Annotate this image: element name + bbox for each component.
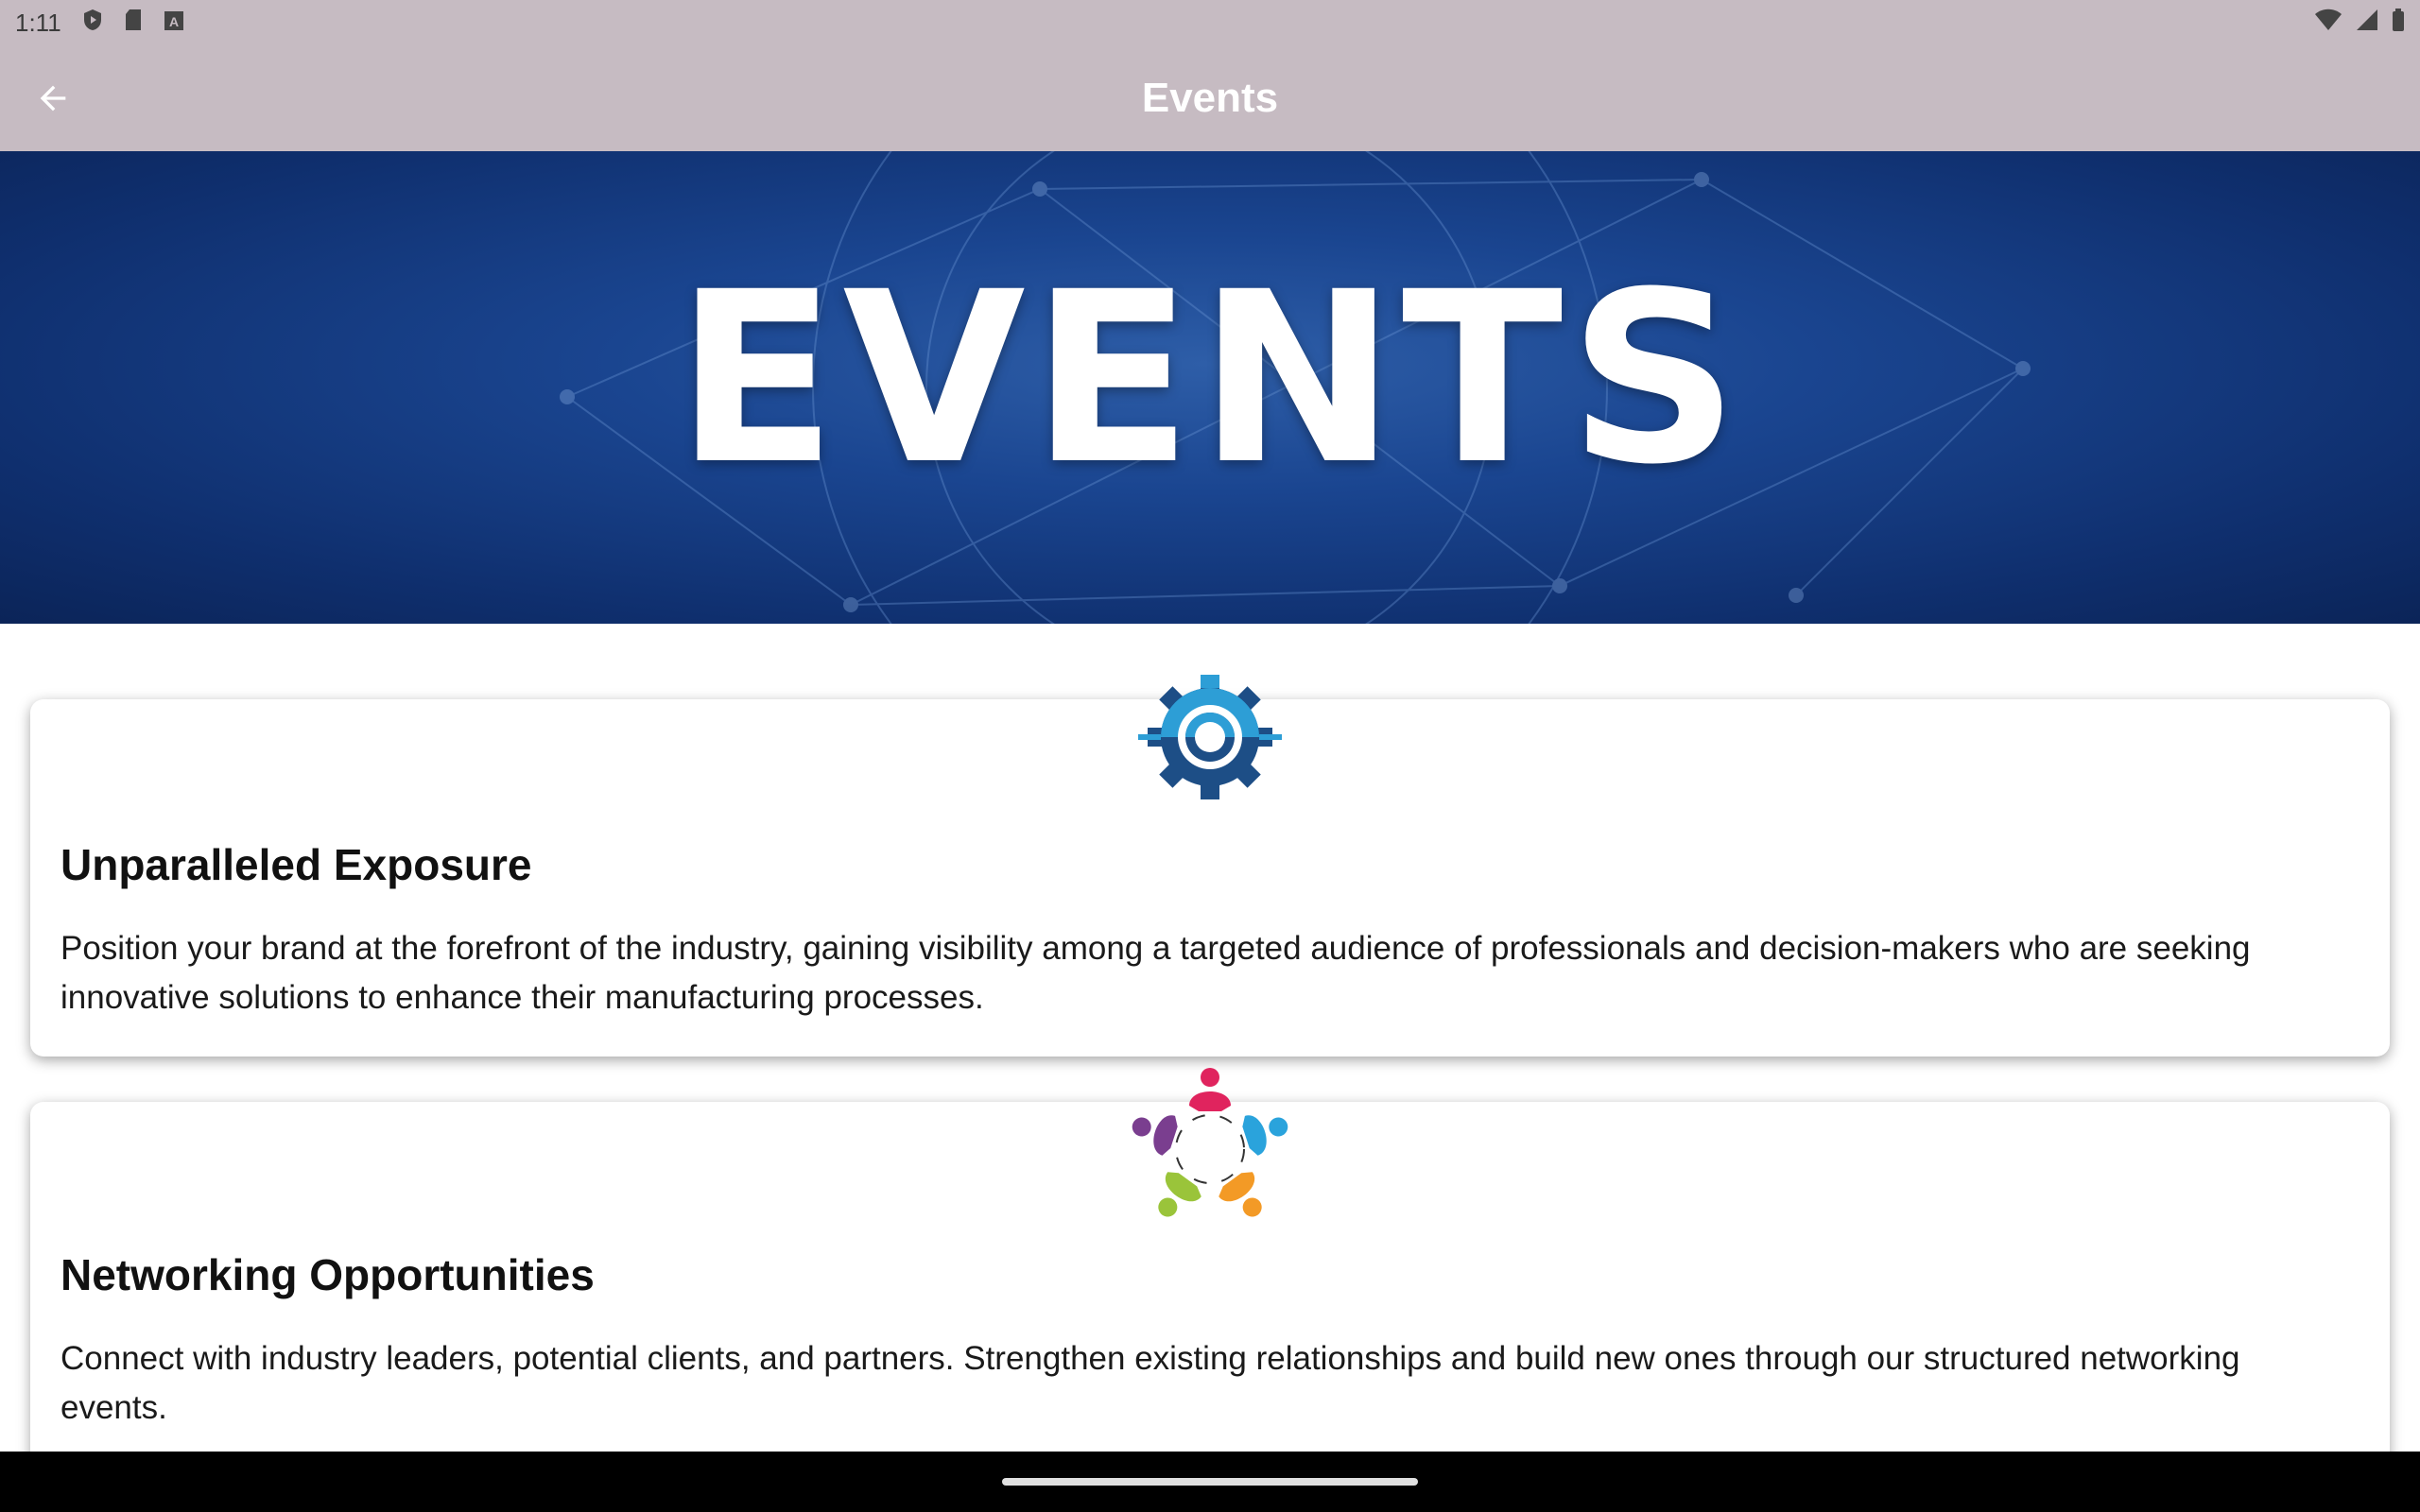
card-title: Networking Opportunities [60, 1250, 595, 1299]
banner-heading: EVENTS [675, 240, 1745, 516]
events-banner: EVENTS [0, 151, 2420, 624]
status-time: 1:11 [15, 8, 61, 37]
status-bar: 1:11 A [0, 0, 2420, 45]
back-button[interactable] [23, 68, 83, 129]
app-bar: Events [0, 45, 2420, 151]
shield-icon [82, 9, 103, 38]
home-gesture-handle[interactable] [1002, 1478, 1418, 1486]
page-title: Events [1141, 75, 1279, 121]
battery-icon [2392, 8, 2405, 38]
signal-icon [2356, 9, 2378, 38]
gear-logo-icon [1134, 673, 1286, 806]
card-networking-opportunities: Networking Opportunities Connect with in… [30, 1068, 2390, 1499]
people-circle-icon [1125, 1066, 1295, 1231]
navigation-bar [0, 1452, 2420, 1512]
wifi-icon [2314, 9, 2342, 38]
arrow-back-icon [40, 85, 66, 112]
card-title: Unparalleled Exposure [60, 840, 532, 889]
card-description: Connect with industry leaders, potential… [60, 1340, 2240, 1426]
sd-card-icon [124, 9, 143, 38]
svg-text:A: A [169, 14, 179, 29]
card-description: Position your brand at the forefront of … [60, 930, 2251, 1016]
font-icon: A [164, 9, 184, 38]
card-unparalleled-exposure: Unparalleled Exposure Position your bran… [30, 675, 2390, 1057]
